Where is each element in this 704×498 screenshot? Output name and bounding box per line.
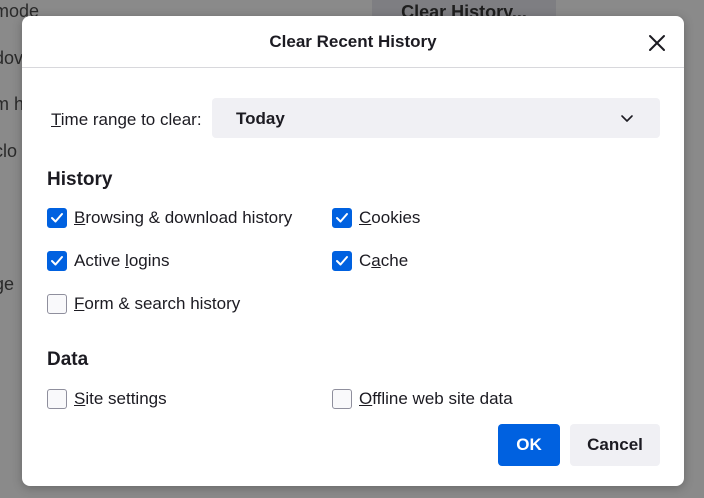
background-text: m h (0, 94, 25, 114)
checkbox-unchecked[interactable] (332, 389, 352, 409)
checkbox-label: Active logins (74, 251, 170, 270)
checkbox-browsing-history[interactable]: Browsing & download history (47, 208, 307, 232)
history-heading: History (47, 169, 113, 190)
checkmark-icon (51, 256, 63, 266)
checkbox-active-logins[interactable]: Active logins (47, 251, 207, 275)
background-text: clo (0, 141, 18, 161)
checkmark-icon (336, 256, 348, 266)
background-text: ge (0, 274, 15, 294)
time-range-label: Time range to clear: (51, 110, 202, 129)
checkbox-label: Browsing & download history (74, 208, 293, 227)
cancel-button[interactable]: Cancel (570, 424, 660, 466)
chevron-down-icon (621, 115, 633, 122)
checkbox-checked[interactable] (47, 208, 67, 228)
background-text: dov (0, 48, 24, 68)
time-range-select[interactable]: Today (212, 98, 660, 138)
checkmark-icon (51, 213, 63, 223)
dialog-title: Clear Recent History (269, 32, 437, 51)
time-range-value: Today (236, 109, 285, 128)
checkbox-unchecked[interactable] (47, 389, 67, 409)
checkbox-checked[interactable] (332, 251, 352, 271)
close-button[interactable] (642, 28, 672, 58)
checkbox-label: Form & search history (74, 294, 241, 313)
checkbox-checked[interactable] (47, 251, 67, 271)
checkbox-label: Site settings (74, 389, 167, 408)
checkbox-site-settings[interactable]: Site settings (47, 389, 197, 413)
checkbox-offline-web-site-data[interactable]: Offline web site data (332, 389, 522, 413)
close-icon (649, 35, 665, 51)
checkbox-label: Cookies (359, 208, 421, 227)
data-heading: Data (47, 349, 89, 370)
clear-history-dialog: Clear Recent History Time range to clear… (22, 16, 684, 486)
ok-button[interactable]: OK (498, 424, 560, 466)
checkbox-unchecked[interactable] (47, 294, 67, 314)
checkbox-label: Offline web site data (359, 389, 513, 408)
dialog-header: Clear Recent History (22, 16, 684, 68)
checkbox-label: Cache (359, 251, 409, 270)
checkbox-cookies[interactable]: Cookies (332, 208, 452, 232)
checkbox-cache[interactable]: Cache (332, 251, 442, 275)
checkbox-checked[interactable] (332, 208, 352, 228)
checkmark-icon (336, 213, 348, 223)
checkbox-form-search-history[interactable]: Form & search history (47, 294, 257, 318)
